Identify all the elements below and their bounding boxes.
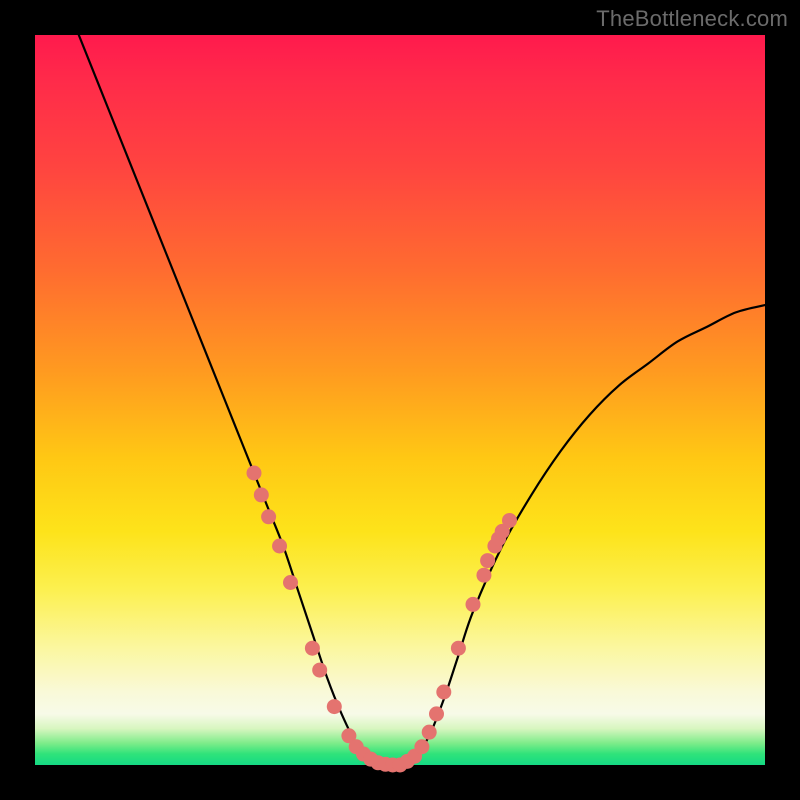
scatter-dot [429, 706, 444, 721]
scatter-dot [254, 487, 269, 502]
scatter-dot [305, 641, 320, 656]
scatter-dot [247, 466, 262, 481]
scatter-dot [476, 568, 491, 583]
scatter-dot [436, 685, 451, 700]
scatter-dot [312, 663, 327, 678]
bottleneck-curve [79, 35, 765, 766]
chart-overlay [35, 35, 765, 765]
scatter-dot [502, 513, 517, 528]
scatter-dot [451, 641, 466, 656]
watermark-text: TheBottleneck.com [596, 6, 788, 32]
scatter-dot [261, 509, 276, 524]
scatter-dot [466, 597, 481, 612]
chart-frame: TheBottleneck.com [0, 0, 800, 800]
scatter-dot [272, 539, 287, 554]
scatter-dot [480, 553, 495, 568]
scatter-dot [414, 739, 429, 754]
scatter-dot [422, 725, 437, 740]
scatter-points [247, 466, 518, 773]
scatter-dot [327, 699, 342, 714]
scatter-dot [283, 575, 298, 590]
